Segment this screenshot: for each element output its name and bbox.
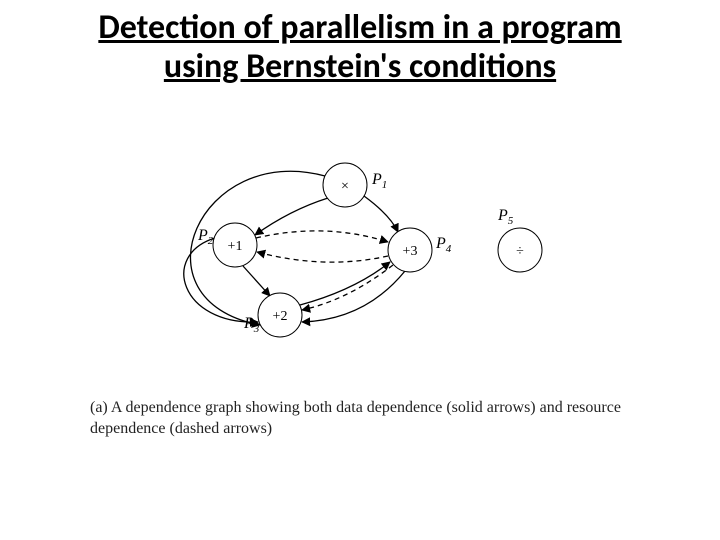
label-p1: P1	[371, 171, 387, 191]
figure-caption-a: (a) A dependence graph showing both data…	[90, 398, 630, 440]
label-p5: P5	[497, 207, 514, 227]
slide: Detection of parallelism in a program us…	[0, 0, 720, 540]
node-p5-op: ÷	[516, 244, 524, 259]
label-p2: P2	[197, 227, 214, 247]
title-line-2: using Bernstein's conditions	[164, 46, 556, 87]
node-p3-op: +2	[273, 309, 288, 324]
slide-title: Detection of parallelism in a program us…	[0, 8, 720, 86]
dependence-graph: × +1 +2 +3 ÷ P1 P2 P3 P4 P5	[120, 150, 600, 370]
label-p3: P3	[243, 315, 260, 335]
label-p4: P4	[435, 235, 452, 255]
node-p4-op: +3	[403, 244, 418, 259]
title-line-1: Detection of parallelism in a program	[98, 7, 621, 48]
node-p2-op: +1	[228, 239, 243, 254]
node-p1-op: ×	[341, 179, 349, 194]
